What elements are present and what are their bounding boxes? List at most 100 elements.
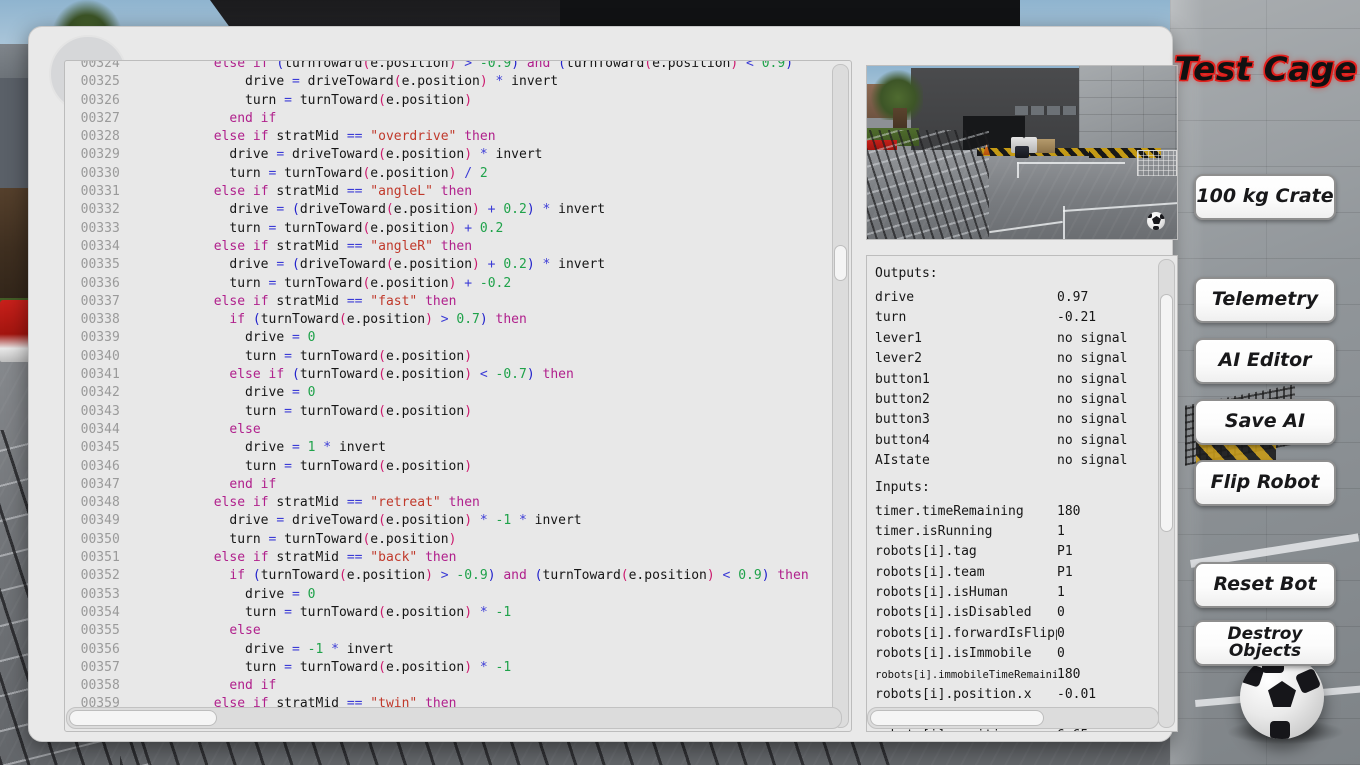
code-line[interactable]: 00339 drive = 0 [65,329,829,347]
code-line[interactable]: 00346 turn = turnToward(e.position) [65,458,829,476]
code-line[interactable]: 00337 else if stratMid == "fast" then [65,293,829,311]
code-token: ( [378,459,386,474]
line-number: 00334 [65,239,135,254]
io-value: no signal [1057,390,1157,410]
code-token: ) [464,367,472,382]
code-token: drive [229,202,268,217]
code-line[interactable]: 00343 turn = turnToward(e.position) [65,403,829,421]
code-token: stratMid [269,129,347,144]
code-token: e.position [386,147,464,162]
code-line[interactable]: 00331 else if stratMid == "angleL" then [65,183,829,201]
code-token: ( [292,202,300,217]
io-key: button1 [875,370,1057,390]
code-token: then [770,568,809,583]
code-line[interactable]: 00335 drive = (driveToward(e.position) +… [65,256,829,274]
io-value: no signal [1057,431,1157,451]
code-editor[interactable]: 00324 else if (turnToward(e.position) > … [64,60,852,732]
code-line[interactable]: 00344 else [65,421,829,439]
code-token: ( [253,312,261,327]
code-token: drive [229,147,268,162]
telemetry-button[interactable]: Telemetry [1194,277,1336,323]
code-token: = [269,202,292,217]
code-line[interactable]: 00357 turn = turnToward(e.position) * -1 [65,659,829,677]
code-token: e.position [394,257,472,272]
code-line[interactable]: 00356 drive = -1 * invert [65,641,829,659]
code-token: drive [245,440,284,455]
code-token: turnToward [284,276,362,291]
code-token: invert [339,440,386,455]
line-number: 00349 [65,513,135,528]
code-token: ( [386,257,394,272]
code-token: < [715,568,738,583]
code-line[interactable]: 00332 drive = (driveToward(e.position) +… [65,201,829,219]
io-data-panel[interactable]: Outputs: drive0.97turn-0.21lever1no sign… [866,255,1178,732]
io-key: robots[i].team [875,563,1057,583]
code-line[interactable]: 00341 else if (turnToward(e.position) < … [65,366,829,384]
code-line[interactable]: 00349 drive = driveToward(e.position) * … [65,512,829,530]
code-horizontal-scroll-thumb[interactable] [69,710,217,726]
code-line[interactable]: 00340 turn = turnToward(e.position) [65,348,829,366]
code-line[interactable]: 00350 turn = turnToward(e.position) [65,531,829,549]
code-vertical-scroll-thumb[interactable] [834,245,847,281]
code-token: == [347,239,363,254]
code-line[interactable]: 00355 else [65,622,829,640]
code-token: < [472,367,495,382]
sidebar-button-label: Flip Robot [1211,473,1320,492]
code-token: ( [394,74,402,89]
ai-editor-window: 00324 else if (turnToward(e.position) > … [28,26,1173,742]
code-token: ( [535,568,543,583]
code-token: ) [464,349,472,364]
ai-editor-button[interactable]: AI Editor [1194,338,1336,384]
code-line[interactable]: 00353 drive = 0 [65,586,829,604]
code-token: turn [245,349,276,364]
code-token: = [276,404,299,419]
code-line[interactable]: 00348 else if stratMid == "retreat" then [65,494,829,512]
code-line[interactable]: 00358 end if [65,677,829,695]
code-token: = [276,93,299,108]
io-value: 0 [1057,644,1157,664]
data-horizontal-scroll-thumb[interactable] [870,710,1044,726]
code-line[interactable]: 00354 turn = turnToward(e.position) * -1 [65,604,829,622]
code-token: turnToward [300,660,378,675]
reset-bot-button[interactable]: Reset Bot [1194,562,1336,608]
code-token: ) [425,568,433,583]
data-horizontal-scrollbar[interactable] [867,707,1159,729]
code-line[interactable]: 00329 drive = driveToward(e.position) * … [65,146,829,164]
io-key: lever2 [875,349,1057,369]
code-line[interactable]: 00336 turn = turnToward(e.position) + -0… [65,275,829,293]
code-line[interactable]: 00326 turn = turnToward(e.position) [65,92,829,110]
code-line[interactable]: 00324 else if (turnToward(e.position) > … [65,61,829,73]
code-line[interactable]: 00328 else if stratMid == "overdrive" th… [65,128,829,146]
flip-robot-button[interactable]: Flip Robot [1194,460,1336,506]
line-indent [135,349,245,364]
code-vertical-scrollbar[interactable] [832,64,849,728]
code-line[interactable]: 00333 turn = turnToward(e.position) + 0.… [65,220,829,238]
page-title: Test Cage [1164,50,1360,88]
code-line[interactable]: 00352 if (turnToward(e.position) > -0.9)… [65,567,829,585]
code-line[interactable]: 00345 drive = 1 * invert [65,439,829,457]
code-horizontal-scrollbar[interactable] [66,707,842,729]
crate-button[interactable]: 100 kg Crate [1194,174,1336,220]
robot-camera-viewport[interactable] [866,65,1178,240]
save-ai-button[interactable]: Save AI [1194,399,1336,445]
io-value: 0 [1057,603,1157,623]
code-token: turn [245,605,276,620]
code-line[interactable]: 00347 end if [65,476,829,494]
code-token: ) [488,568,496,583]
code-line[interactable]: 00351 else if stratMid == "back" then [65,549,829,567]
code-token: turnToward [300,349,378,364]
code-token: == [347,495,363,510]
code-line[interactable]: 00334 else if stratMid == "angleR" then [65,238,829,256]
code-token: driveToward [292,513,378,528]
code-line[interactable]: 00338 if (turnToward(e.position) > 0.7) … [65,311,829,329]
line-indent [135,440,245,455]
code-line[interactable]: 00330 turn = turnToward(e.position) / 2 [65,165,829,183]
io-value: 1 [1057,522,1157,542]
code-token: * [535,257,558,272]
sidebar-button-label: AI Editor [1219,351,1312,370]
line-indent [135,276,229,291]
code-line[interactable]: 00325 drive = driveToward(e.position) * … [65,73,829,91]
code-line[interactable]: 00342 drive = 0 [65,384,829,402]
code-line[interactable]: 00327 end if [65,110,829,128]
destroy-objects-button[interactable]: Destroy Objects [1194,620,1336,666]
